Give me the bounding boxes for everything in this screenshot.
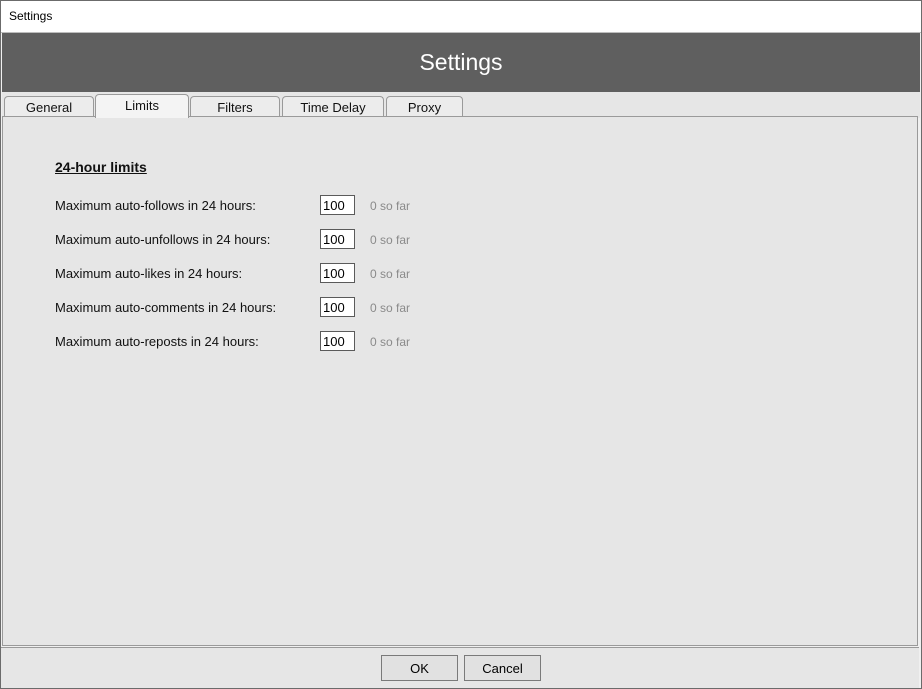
auto-follows-input[interactable] xyxy=(320,195,355,215)
page-title: Settings xyxy=(419,49,503,75)
window-title: Settings xyxy=(9,9,53,23)
dialog-footer xyxy=(1,647,919,688)
cancel-button[interactable]: Cancel xyxy=(464,655,541,681)
ok-button[interactable]: OK xyxy=(381,655,458,681)
limits-panel xyxy=(2,116,918,646)
tab-limits[interactable]: Limits xyxy=(95,94,189,118)
page-title-banner: Settings xyxy=(2,33,920,92)
auto-reposts-input[interactable] xyxy=(320,331,355,351)
window-titlebar[interactable]: Settings xyxy=(1,1,921,33)
tab-filters[interactable]: Filters xyxy=(190,96,280,116)
tab-time-delay[interactable]: Time Delay xyxy=(282,96,384,116)
auto-likes-label: Maximum auto-likes in 24 hours: xyxy=(55,266,243,281)
auto-follows-label: Maximum auto-follows in 24 hours: xyxy=(55,198,256,213)
auto-unfollows-count: 0 so far xyxy=(370,233,411,247)
section-title: 24-hour limits xyxy=(55,159,147,175)
auto-likes-count: 0 so far xyxy=(370,267,411,281)
auto-comments-label: Maximum auto-comments in 24 hours: xyxy=(55,300,277,315)
auto-unfollows-input[interactable] xyxy=(320,229,355,249)
auto-reposts-label: Maximum auto-reposts in 24 hours: xyxy=(55,334,259,349)
tab-general[interactable]: General xyxy=(4,96,94,116)
auto-comments-input[interactable] xyxy=(320,297,355,317)
auto-likes-input[interactable] xyxy=(320,263,355,283)
auto-reposts-count: 0 so far xyxy=(370,335,411,349)
auto-follows-count: 0 so far xyxy=(370,199,411,213)
tab-proxy[interactable]: Proxy xyxy=(386,96,463,116)
auto-comments-count: 0 so far xyxy=(370,301,411,315)
auto-unfollows-label: Maximum auto-unfollows in 24 hours: xyxy=(55,232,271,247)
